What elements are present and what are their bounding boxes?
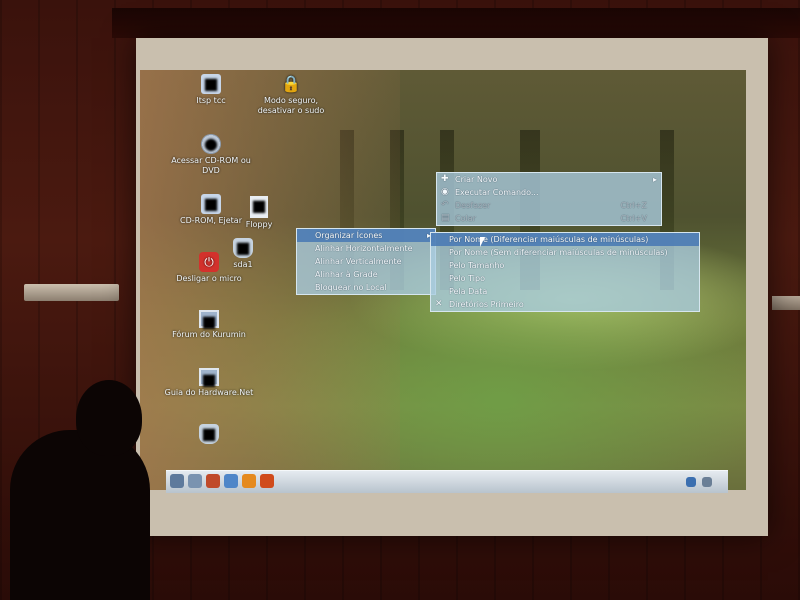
desktop-context-menu: ✚ Criar Novo ▸ ◉ Executar Comando... ↶ D… [436, 172, 662, 226]
menu-item-alinhar-grade[interactable]: Alinhar à Grade [297, 268, 435, 281]
checkmark-icon: ✕ [435, 299, 443, 309]
desktop-icon-desligar[interactable]: ⏻ Desligar o micro [164, 252, 254, 284]
menu-item-pelo-tamanho[interactable]: Pelo Tamanho [431, 259, 699, 272]
kmenu-icon[interactable] [170, 474, 184, 488]
desktop-icon-guia-hardware[interactable]: ■ Guia do Hardware.Net [164, 368, 254, 398]
run-icon: ◉ [441, 187, 449, 197]
home-folder-icon[interactable] [224, 474, 238, 488]
menu-item-desfazer[interactable]: ↶ Desfazer Ctrl+Z [437, 199, 661, 212]
menu-item-label: Pela Data [449, 287, 488, 296]
tray-icon[interactable] [686, 477, 696, 487]
menu-item-executar-comando[interactable]: ◉ Executar Comando... [437, 186, 661, 199]
menu-item-alinhar-vertical[interactable]: Alinhar Verticalmente [297, 255, 435, 268]
new-icon: ✚ [441, 174, 449, 184]
desktop-icon-acessar-cdrom[interactable]: ● Acessar CD-ROM ou DVD [166, 134, 256, 176]
menu-item-alinhar-horizontal[interactable]: Alinhar Horizontalmente [297, 242, 435, 255]
storage-icon: ■ [199, 424, 219, 444]
desktop-icon-storage[interactable]: ■ [164, 424, 254, 446]
menu-item-por-nome-case[interactable]: Por Nome (Diferenciar maiúsculas de minú… [431, 233, 699, 246]
menu-item-pela-data[interactable]: Pela Data [431, 285, 699, 298]
menu-item-label: Alinhar Horizontalmente [315, 244, 413, 253]
document-icon: ■ [250, 196, 268, 218]
presenter-body [10, 430, 150, 600]
desktop-icon-label: Desligar o micro [176, 274, 242, 283]
menu-item-pelo-tipo[interactable]: Pelo Tipo [431, 272, 699, 285]
menu-item-label: Executar Comando... [455, 188, 539, 197]
menu-item-label: Por Nome (Sem diferenciar maiúsculas de … [449, 248, 668, 257]
menu-item-organizar-icones[interactable]: Organizar Ícones ▸ [297, 229, 435, 242]
menu-item-criar-novo[interactable]: ✚ Criar Novo ▸ [437, 173, 661, 186]
menu-item-label: Organizar Ícones [315, 231, 383, 240]
menu-item-colar[interactable]: ▤ Colar Ctrl+V [437, 212, 661, 225]
mouse-cursor-icon [480, 237, 485, 247]
monitor-icon: ■ [199, 368, 219, 389]
paste-icon: ▤ [441, 213, 450, 223]
menu-item-label: Diretórios Primeiro [449, 300, 524, 309]
menu-item-diretorios-primeiro[interactable]: ✕ Diretórios Primeiro [431, 298, 699, 311]
desktop-icon-label: Floppy [245, 220, 273, 229]
menu-item-label: Pelo Tamanho [449, 261, 505, 270]
wall-fixture-right [772, 296, 800, 310]
menu-item-bloquear-local[interactable]: Bloquear no Local [297, 281, 435, 294]
firefox-icon[interactable] [242, 474, 256, 488]
menu-item-label: Alinhar Verticalmente [315, 257, 402, 266]
desktop-icon-floppy[interactable]: ■ Floppy [214, 196, 304, 230]
disc-icon: ● [201, 134, 221, 154]
menu-item-shortcut: Ctrl+Z [620, 201, 647, 210]
menu-item-por-nome-nocase[interactable]: Por Nome (Sem diferenciar maiúsculas de … [431, 246, 699, 259]
lock-icon: 🔒 [281, 74, 301, 93]
tray-icon[interactable] [702, 477, 712, 487]
menu-item-label: Pelo Tipo [449, 274, 485, 283]
konqueror-icon[interactable] [260, 474, 274, 488]
menu-item-label: Bloquear no Local [315, 283, 387, 292]
power-icon: ⏻ [199, 252, 219, 272]
menu-item-label: Desfazer [455, 201, 491, 210]
desktop-icon-label: Itsp tcc [196, 96, 226, 105]
desktop-icon-label: Acessar CD-ROM ou DVD [171, 156, 251, 175]
wall-fixture-left [24, 284, 119, 301]
screen-housing [112, 8, 800, 38]
show-desktop-icon[interactable] [188, 474, 202, 488]
presenter-head [76, 380, 142, 456]
menu-item-label: Criar Novo [455, 175, 498, 184]
menu-item-shortcut: Ctrl+V [620, 214, 647, 223]
undo-icon: ↶ [441, 200, 449, 210]
desktop-icon-modo-seguro[interactable]: 🔒 Modo seguro, desativar o sudo [246, 74, 336, 116]
desktop-icon-label: Fórum do Kurumin [172, 330, 246, 339]
submenu-arrow-icon: ▸ [652, 175, 657, 184]
desktop-icon-label: Guia do Hardware.Net [164, 388, 254, 397]
sort-icons-menu: Por Nome (Diferenciar maiúsculas de minú… [430, 232, 700, 312]
browser-icon[interactable] [206, 474, 220, 488]
desktop-icon-itsp-tcc[interactable]: ■ Itsp tcc [166, 74, 256, 106]
arrange-icons-menu: Organizar Ícones ▸ Alinhar Horizontalmen… [296, 228, 436, 295]
desktop-icon-label: Modo seguro, desativar o sudo [257, 96, 325, 115]
menu-item-label: Colar [455, 214, 476, 223]
taskbar[interactable] [166, 470, 728, 493]
menu-item-label: Alinhar à Grade [315, 270, 378, 279]
monitor-icon: ■ [199, 310, 219, 331]
desktop-icon-forum-kurumin[interactable]: ■ Fórum do Kurumin [164, 310, 254, 340]
folder-icon: ■ [201, 74, 221, 94]
menu-item-label: Por Nome (Diferenciar maiúsculas de minú… [449, 235, 649, 244]
